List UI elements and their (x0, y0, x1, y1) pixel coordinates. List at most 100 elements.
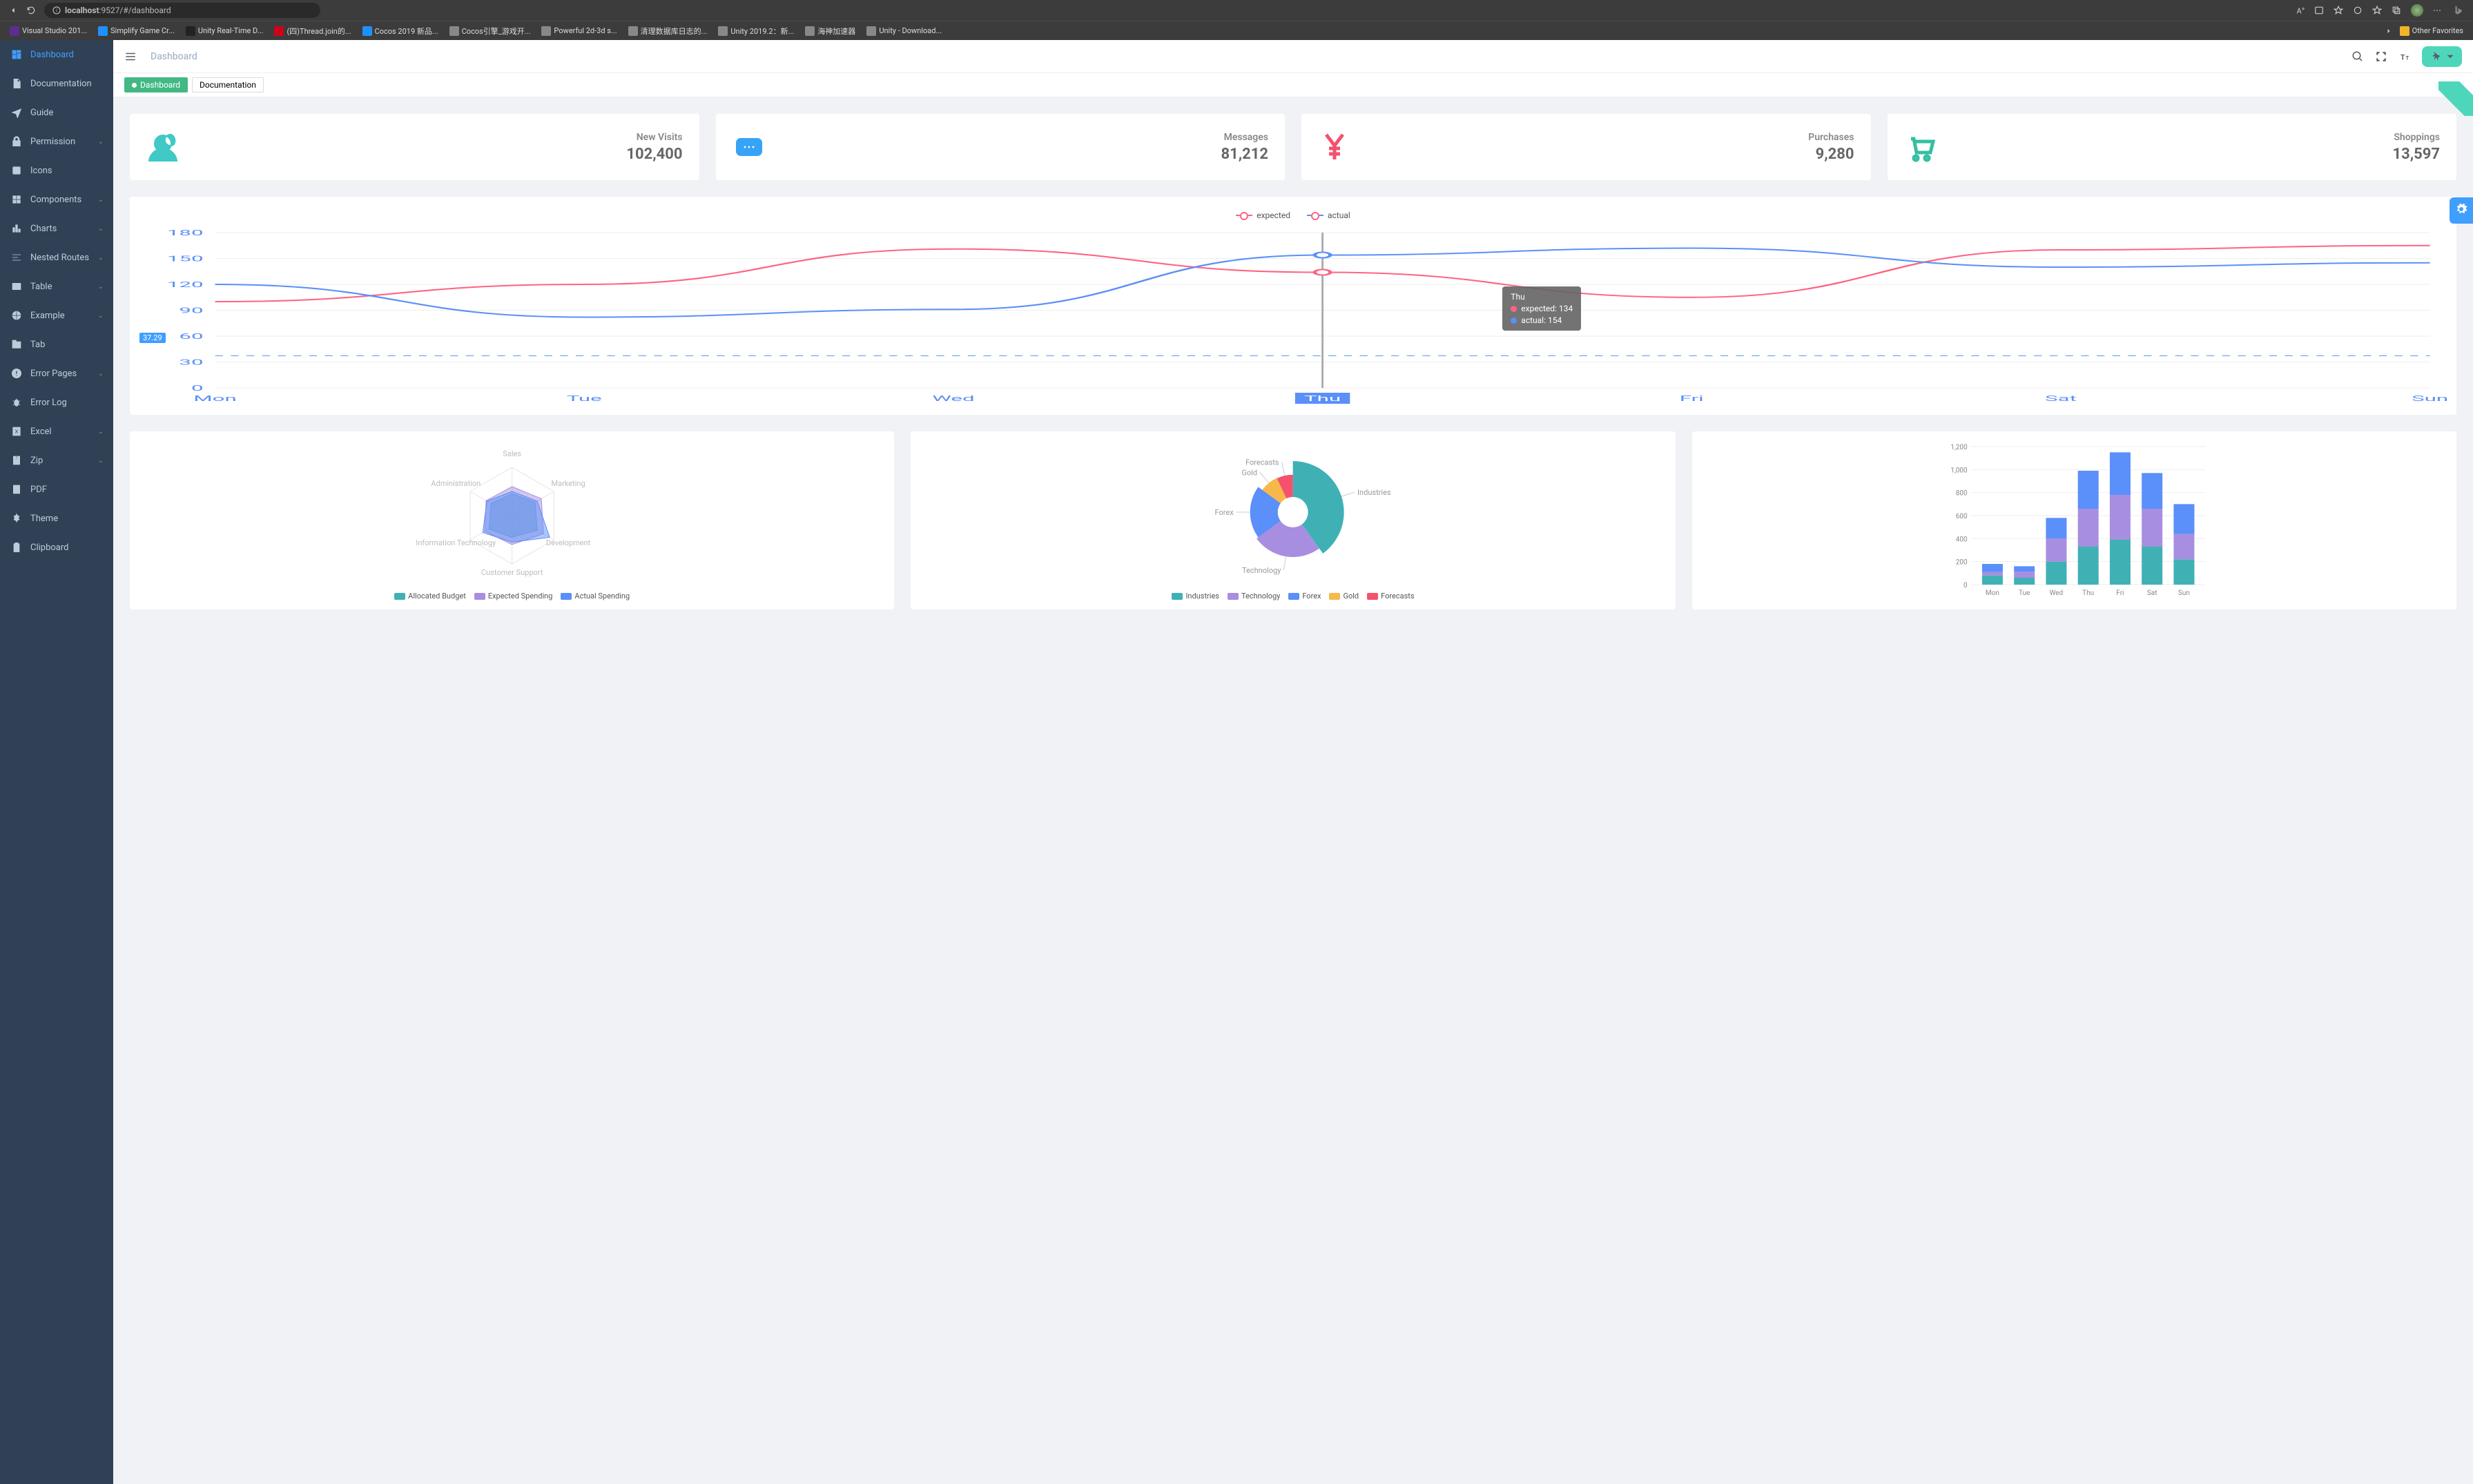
tab-documentation[interactable]: Documentation (192, 77, 264, 92)
sidebar-item-example[interactable]: Example ⌄ (0, 301, 113, 330)
bookmark-item[interactable]: Cocos 2019 新品... (358, 24, 443, 38)
sidebar-item-tab[interactable]: Tab (0, 330, 113, 359)
clipboard-icon (11, 542, 22, 553)
legend-actual[interactable]: actual (1307, 211, 1350, 220)
svg-text:30: 30 (179, 358, 203, 367)
sidebar-item-table[interactable]: Table ⌄ (0, 272, 113, 301)
bookmark-item[interactable]: Unity Real-Time D... (182, 24, 268, 38)
search-icon[interactable] (2351, 50, 2364, 63)
svg-text:Marketing: Marketing (552, 479, 585, 488)
sidebar-item-permission[interactable]: Permission ⌄ (0, 127, 113, 156)
bookmark-item[interactable]: Cocos引擎_游戏开... (445, 24, 535, 38)
legend-item[interactable]: Industries (1172, 592, 1219, 601)
chevron-down-icon: ⌄ (98, 196, 104, 204)
hamburger-icon[interactable] (124, 50, 137, 63)
svg-text:60: 60 (179, 332, 203, 341)
legend-item[interactable]: Forecasts (1367, 592, 1414, 601)
sidebar-item-label: Components (30, 195, 81, 205)
svg-text:Fri: Fri (2116, 589, 2124, 597)
sidebar-item-dashboard[interactable]: Dashboard (0, 40, 113, 69)
font-size-icon[interactable]: TT (2398, 50, 2411, 63)
svg-text:Wed: Wed (2049, 589, 2063, 597)
bookmark-item[interactable]: 海神加速器 (801, 24, 860, 38)
bookmark-item[interactable]: Unity 2019.2：新... (714, 24, 798, 38)
svg-text:Forex: Forex (1215, 508, 1234, 517)
bar-chart[interactable]: 02004006008001,0001,200MonTueWedThuFriSa… (1700, 440, 2448, 598)
stat-card-message[interactable]: Messages81,212 (716, 114, 1286, 180)
sidebar-item-error-log[interactable]: Error Log (0, 388, 113, 417)
legend-item[interactable]: Forex (1288, 592, 1321, 601)
sidebar-item-excel[interactable]: Excel ⌄ (0, 417, 113, 446)
bookmark-item[interactable]: 清理数据库日志的... (624, 24, 712, 38)
settings-tab[interactable] (2450, 197, 2473, 224)
collections-icon[interactable] (2392, 6, 2401, 15)
profile-avatar[interactable] (2411, 4, 2423, 17)
sidebar-item-pdf[interactable]: PDF (0, 475, 113, 504)
svg-text:Customer Support: Customer Support (481, 568, 543, 577)
sidebar-item-charts[interactable]: Charts ⌄ (0, 214, 113, 243)
bookmarks-overflow-icon[interactable] (2385, 27, 2393, 35)
reload-icon[interactable] (26, 6, 36, 15)
url-bar[interactable]: i localhost:9527/#/dashboard (44, 3, 320, 18)
legend-item[interactable]: Actual Spending (561, 592, 630, 601)
legend-item[interactable]: Gold (1329, 592, 1359, 601)
stat-value: 9,280 (1808, 146, 1854, 163)
chevron-down-icon: ⌄ (98, 225, 104, 233)
radar-chart[interactable]: SalesMarketingDevelopmentCustomer Suppor… (138, 440, 886, 585)
more-icon[interactable]: ⋯ (2433, 6, 2443, 15)
legend-item[interactable]: Technology (1228, 592, 1280, 601)
user-avatar[interactable] (2422, 46, 2462, 67)
star-icon[interactable] (2334, 6, 2343, 15)
sidebar-item-clipboard[interactable]: Clipboard (0, 533, 113, 562)
favorites-icon[interactable] (2372, 6, 2382, 15)
sidebar-item-label: Zip (30, 456, 43, 466)
svg-text:Thu: Thu (1304, 394, 1341, 403)
chevron-down-icon: ⌄ (98, 254, 104, 262)
bing-icon[interactable] (2452, 4, 2465, 17)
sidebar-item-theme[interactable]: Theme (0, 504, 113, 533)
bookmark-item[interactable]: (四)Thread.join的... (270, 24, 355, 38)
sidebar-item-label: Guide (30, 108, 53, 118)
stat-label: New Visits (626, 132, 682, 143)
stat-card-users[interactable]: New Visits102,400 (130, 114, 699, 180)
bookmark-item[interactable]: Simplify Game Cr... (94, 24, 179, 38)
back-icon[interactable] (8, 6, 18, 15)
bookmark-item[interactable]: Powerful 2d-3d s... (537, 24, 621, 38)
lock-icon (11, 136, 22, 147)
pie-chart[interactable]: IndustriesTechnologyForexGoldForecasts (919, 440, 1667, 585)
other-favorites[interactable]: Other Favorites (2396, 25, 2467, 37)
sidebar-item-documentation[interactable]: Documentation (0, 69, 113, 98)
stat-label: Purchases (1808, 132, 1854, 143)
bookmark-item[interactable]: Visual Studio 201... (6, 24, 91, 38)
read-icon[interactable] (2314, 6, 2324, 15)
svg-text:1,000: 1,000 (1950, 467, 1968, 474)
sidebar-item-error-pages[interactable]: Error Pages ⌄ (0, 359, 113, 388)
svg-text:1,200: 1,200 (1950, 444, 1968, 451)
legend-item[interactable]: Allocated Budget (394, 592, 466, 601)
corner-ribbon[interactable] (2438, 81, 2473, 116)
table-icon (11, 281, 22, 292)
line-chart[interactable]: 0306090120150180MonTueWedThuFriSatSun (137, 226, 2450, 405)
svg-text:Sun: Sun (2412, 394, 2448, 403)
theme-icon (11, 513, 22, 524)
sidebar-item-components[interactable]: Components ⌄ (0, 185, 113, 214)
fullscreen-icon[interactable] (2375, 50, 2387, 63)
cart-icon (1904, 130, 1937, 164)
sidebar-item-guide[interactable]: Guide (0, 98, 113, 127)
line-chart-card: .legend-marker:nth-child(1)::after{borde… (130, 197, 2456, 415)
bookmark-item[interactable]: Unity - Download... (862, 24, 946, 38)
sidebar-item-zip[interactable]: Zip ⌄ (0, 446, 113, 475)
message-icon (733, 130, 766, 164)
sidebar-item-icons[interactable]: Icons (0, 156, 113, 185)
tab-dashboard[interactable]: Dashboard (124, 77, 188, 92)
sidebar-item-nested-routes[interactable]: Nested Routes ⌄ (0, 243, 113, 272)
legend-expected[interactable]: .legend-marker:nth-child(1)::after{borde… (1236, 211, 1290, 220)
stat-card-yen[interactable]: Purchases 9,280 (1301, 114, 1871, 180)
stat-card-cart[interactable]: Shoppings13,597 (1888, 114, 2457, 180)
text-size-icon[interactable]: A» (2297, 6, 2305, 16)
svg-text:200: 200 (1955, 559, 1967, 567)
legend-item[interactable]: Expected Spending (474, 592, 553, 601)
extensions-icon[interactable] (2353, 6, 2363, 15)
stat-label: Shoppings (2392, 132, 2440, 143)
sidebar-item-label: Charts (30, 224, 57, 234)
